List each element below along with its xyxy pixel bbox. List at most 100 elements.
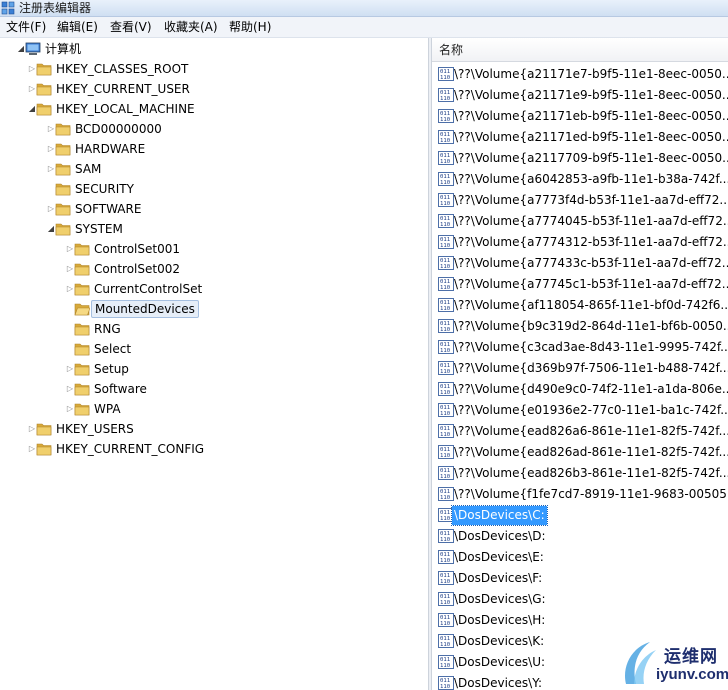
tree-node[interactable]: ▷ HKEY_CURRENT_USER (0, 79, 428, 99)
tree-node[interactable]: ◢ HKEY_LOCAL_MACHINE (0, 99, 428, 119)
tree-node[interactable]: ▷ SOFTWARE (0, 199, 428, 219)
tree-node[interactable]: ▷ Software (0, 379, 428, 399)
registry-value-row[interactable]: 011 110 \??\Volume{c3cad3ae-8d43-11e1-9995… (432, 337, 728, 358)
registry-value-name[interactable]: \??\Volume{af118054-865f-11e1-bf0d-742f6… (452, 296, 728, 315)
registry-value-row[interactable]: 011 110 \DosDevices\H: (432, 610, 728, 631)
registry-value-name[interactable]: \??\Volume{a7774312-b53f-11e1-aa7d-eff72… (452, 233, 728, 252)
registry-value-name[interactable]: \??\Volume{e01936e2-77c0-11e1-ba1c-742f.… (452, 401, 728, 420)
registry-value-row[interactable]: 011 110 \??\Volume{a7774312-b53f-11e1-aa7d… (432, 232, 728, 253)
tree-node-label[interactable]: WPA (91, 400, 124, 418)
title-bar[interactable]: 注册表编辑器 (0, 0, 728, 17)
tree-node-label[interactable]: Select (91, 340, 134, 358)
registry-value-name[interactable]: \DosDevices\F: (452, 569, 544, 588)
registry-value-row[interactable]: 011 110 \??\Volume{a6042853-a9fb-11e1-b38a… (432, 169, 728, 190)
tree-node[interactable]: ▷ SAM (0, 159, 428, 179)
registry-value-name[interactable]: \DosDevices\D: (452, 527, 548, 546)
registry-value-row[interactable]: 011 110 \??\Volume{e01936e2-77c0-11e1-ba1c… (432, 400, 728, 421)
registry-value-row[interactable]: 011 110 \DosDevices\G: (432, 589, 728, 610)
registry-value-row[interactable]: 011 110 \??\Volume{ead826b3-861e-11e1-82f5… (432, 463, 728, 484)
tree-node[interactable]: ▷ Setup (0, 359, 428, 379)
registry-value-row[interactable]: 011 110 \??\Volume{a7774045-b53f-11e1-aa7d… (432, 211, 728, 232)
tree-node-label[interactable]: RNG (91, 320, 124, 338)
tree-node-label[interactable]: HKEY_LOCAL_MACHINE (53, 100, 198, 118)
registry-value-name[interactable]: \DosDevices\G: (452, 590, 548, 609)
tree-node[interactable]: ▷ HARDWARE (0, 139, 428, 159)
registry-value-name[interactable]: \??\Volume{a21171eb-b9f5-11e1-8eec-0050.… (452, 107, 728, 126)
registry-value-row[interactable]: 011 110 \??\Volume{a21171e9-b9f5-11e1-8eec… (432, 85, 728, 106)
registry-value-name[interactable]: \??\Volume{a777433c-b53f-11e1-aa7d-eff72… (452, 254, 728, 273)
tree-node[interactable]: ▷ HKEY_USERS (0, 419, 428, 439)
tree-node[interactable]: MountedDevices (0, 299, 428, 319)
tree-node-label[interactable]: HKEY_CURRENT_CONFIG (53, 440, 207, 458)
registry-value-name[interactable]: \??\Volume{ead826ad-861e-11e1-82f5-742f.… (452, 443, 728, 462)
menu-view[interactable]: 查看(V) (107, 17, 155, 38)
menu-file[interactable]: 文件(F) (3, 17, 49, 38)
tree-node-label[interactable]: MountedDevices (91, 300, 199, 318)
registry-value-name[interactable]: \??\Volume{a6042853-a9fb-11e1-b38a-742f.… (452, 170, 728, 189)
registry-value-name[interactable]: \??\Volume{ead826a6-861e-11e1-82f5-742f.… (452, 422, 728, 441)
registry-value-name[interactable]: \DosDevices\K: (452, 632, 546, 651)
registry-value-name[interactable]: \??\Volume{b9c319d2-864d-11e1-bf6b-0050.… (452, 317, 728, 336)
tree-node[interactable]: ◢ 计算机 (0, 39, 428, 59)
registry-value-name[interactable]: \??\Volume{a21171e9-b9f5-11e1-8eec-0050.… (452, 86, 728, 105)
tree-node[interactable]: ▷ ControlSet002 (0, 259, 428, 279)
registry-value-name[interactable]: \??\Volume{c3cad3ae-8d43-11e1-9995-742f.… (452, 338, 728, 357)
tree-node[interactable]: ▷ BCD00000000 (0, 119, 428, 139)
tree-node[interactable]: Select (0, 339, 428, 359)
registry-value-row[interactable]: 011 110 \DosDevices\F: (432, 568, 728, 589)
tree-node-label[interactable]: HARDWARE (72, 140, 148, 158)
column-header-name[interactable]: 名称 (439, 38, 463, 62)
registry-value-name[interactable]: \DosDevices\H: (452, 611, 547, 630)
tree-node-label[interactable]: BCD00000000 (72, 120, 165, 138)
registry-value-name[interactable]: \??\Volume{a77745c1-b53f-11e1-aa7d-eff72… (452, 275, 728, 294)
tree-node-label[interactable]: CurrentControlSet (91, 280, 205, 298)
tree-node-label[interactable]: 计算机 (42, 40, 84, 58)
tree-node[interactable]: RNG (0, 319, 428, 339)
registry-value-row[interactable]: 011 110 \??\Volume{a2117709-b9f5-11e1-8eec… (432, 148, 728, 169)
registry-value-row[interactable]: 011 110 \??\Volume{a77745c1-b53f-11e1-aa7d… (432, 274, 728, 295)
tree-node-label[interactable]: Setup (91, 360, 132, 378)
tree-node-label[interactable]: Software (91, 380, 150, 398)
registry-value-row[interactable]: 011 110 \??\Volume{b9c319d2-864d-11e1-bf6b… (432, 316, 728, 337)
tree-node-label[interactable]: SOFTWARE (72, 200, 144, 218)
registry-value-name[interactable]: \??\Volume{d369b97f-7506-11e1-b488-742f.… (452, 359, 728, 378)
registry-value-name[interactable]: \DosDevices\U: (452, 653, 547, 672)
tree-node-label[interactable]: HKEY_USERS (53, 420, 137, 438)
registry-value-name[interactable]: \??\Volume{d490e9c0-74f2-11e1-a1da-806e.… (452, 380, 728, 399)
registry-value-list[interactable]: 名称 011 110 \??\Volume{a21171e7-b9f5-11e1-8… (432, 38, 728, 690)
menu-help[interactable]: 帮助(H) (226, 17, 274, 38)
registry-value-name[interactable]: \DosDevices\C: (451, 505, 548, 526)
registry-value-row[interactable]: 011 110 \??\Volume{ead826ad-861e-11e1-82f5… (432, 442, 728, 463)
menu-edit[interactable]: 编辑(E) (54, 17, 101, 38)
registry-value-name[interactable]: \??\Volume{a21171e7-b9f5-11e1-8eec-0050.… (452, 65, 728, 84)
registry-value-row[interactable]: 011 110 \??\Volume{d490e9c0-74f2-11e1-a1da… (432, 379, 728, 400)
menu-favorites[interactable]: 收藏夹(A) (161, 17, 221, 38)
tree-node-label[interactable]: SYSTEM (72, 220, 126, 238)
registry-value-row[interactable]: 011 110 \??\Volume{a21171e7-b9f5-11e1-8eec… (432, 64, 728, 85)
registry-value-row[interactable]: 011 110 \??\Volume{a777433c-b53f-11e1-aa7d… (432, 253, 728, 274)
registry-value-row[interactable]: 011 110 \DosDevices\E: (432, 547, 728, 568)
tree-node[interactable]: ▷ WPA (0, 399, 428, 419)
tree-node[interactable]: ▷ HKEY_CLASSES_ROOT (0, 59, 428, 79)
registry-value-row[interactable]: 011 110 \??\Volume{a7773f4d-b53f-11e1-aa7d… (432, 190, 728, 211)
registry-key-tree[interactable]: ◢ 计算机 ▷ HKEY_CLASSES_ROOT ▷ HKEY_CURRENT_USER… (0, 38, 428, 690)
tree-node[interactable]: SECURITY (0, 179, 428, 199)
registry-value-name[interactable]: \??\Volume{a7773f4d-b53f-11e1-aa7d-eff72… (452, 191, 728, 210)
tree-node-label[interactable]: HKEY_CLASSES_ROOT (53, 60, 191, 78)
tree-node-label[interactable]: ControlSet001 (91, 240, 183, 258)
registry-value-name[interactable]: \DosDevices\E: (452, 548, 546, 567)
registry-value-row[interactable]: 011 110 \DosDevices\C: (432, 505, 728, 526)
tree-node[interactable]: ◢ SYSTEM (0, 219, 428, 239)
registry-value-name[interactable]: \??\Volume{a21171ed-b9f5-11e1-8eec-0050.… (452, 128, 728, 147)
registry-value-name[interactable]: \??\Volume{ead826b3-861e-11e1-82f5-742f.… (452, 464, 728, 483)
registry-value-row[interactable]: 011 110 \??\Volume{a21171eb-b9f5-11e1-8eec… (432, 106, 728, 127)
registry-value-row[interactable]: 011 110 \??\Volume{f1fe7cd7-8919-11e1-9683… (432, 484, 728, 505)
registry-value-row[interactable]: 011 110 \??\Volume{ead826a6-861e-11e1-82f5… (432, 421, 728, 442)
registry-value-row[interactable]: 011 110 \??\Volume{af118054-865f-11e1-bf0d… (432, 295, 728, 316)
registry-value-row[interactable]: 011 110 \DosDevices\D: (432, 526, 728, 547)
tree-node[interactable]: ▷ HKEY_CURRENT_CONFIG (0, 439, 428, 459)
registry-value-row[interactable]: 011 110 \??\Volume{d369b97f-7506-11e1-b488… (432, 358, 728, 379)
tree-node[interactable]: ▷ ControlSet001 (0, 239, 428, 259)
tree-node-label[interactable]: SAM (72, 160, 104, 178)
tree-node-label[interactable]: HKEY_CURRENT_USER (53, 80, 193, 98)
